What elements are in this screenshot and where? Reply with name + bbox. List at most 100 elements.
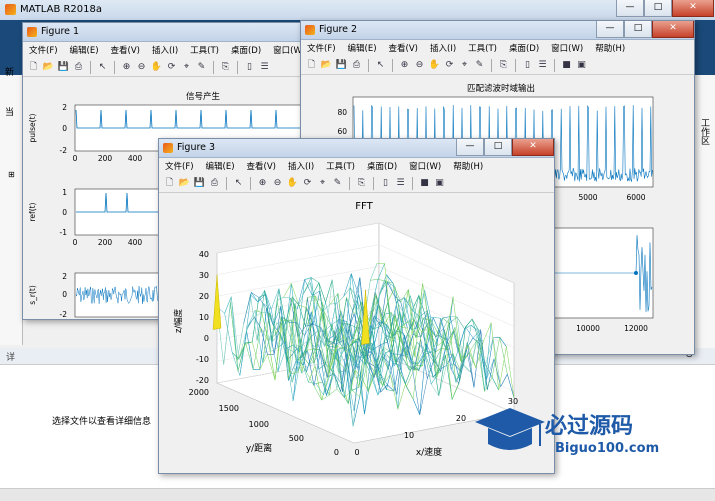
pan-icon[interactable]: ✋ (150, 61, 163, 74)
print-icon[interactable]: ⎙ (72, 61, 85, 74)
brush-icon[interactable]: ✎ (473, 59, 486, 72)
workspace-panel[interactable] (693, 75, 715, 355)
show-plot-tools-icon[interactable]: ▣ (433, 177, 446, 190)
current-folder-panel[interactable]: 当 新 ⊞ (0, 68, 23, 345)
figure1-title: Figure 1 (41, 26, 80, 37)
zoom-in-icon[interactable]: ⊕ (120, 61, 133, 74)
figure3-window-controls: — □ ✕ (456, 139, 554, 157)
pointer-icon[interactable]: ↖ (374, 59, 387, 72)
rotate-icon[interactable]: ⟳ (443, 59, 456, 72)
rotate-icon[interactable]: ⟳ (165, 61, 178, 74)
pointer-icon[interactable]: ↖ (232, 177, 245, 190)
hide-plot-tools-icon[interactable]: ■ (560, 59, 573, 72)
menu-file[interactable]: 文件(F) (301, 40, 342, 55)
new-icon[interactable]: 🗋 (27, 61, 40, 74)
legend-icon[interactable]: ☰ (394, 177, 407, 190)
brush-icon[interactable]: ✎ (331, 177, 344, 190)
left-panel-label: 当 (5, 108, 15, 118)
print-icon[interactable]: ⎙ (350, 59, 363, 72)
pan-icon[interactable]: ✋ (428, 59, 441, 72)
save-icon[interactable]: 💾 (335, 59, 348, 72)
watermark-title: 必过源码 (545, 413, 634, 439)
hide-plot-tools-icon[interactable]: ■ (418, 177, 431, 190)
maximize-button[interactable]: □ (644, 0, 672, 17)
close-button[interactable]: ✕ (652, 21, 694, 38)
menu-help[interactable]: 帮助(H) (447, 158, 489, 173)
rotate-icon[interactable]: ⟳ (301, 177, 314, 190)
colorbar-icon[interactable]: ▯ (243, 61, 256, 74)
fig3-chart-title: FFT (355, 201, 373, 212)
figure3-titlebar[interactable]: Figure 3 — □ ✕ (159, 139, 554, 158)
link-icon[interactable]: ⎘ (497, 59, 510, 72)
pointer-icon[interactable]: ↖ (96, 61, 109, 74)
figure1-titlebar[interactable]: Figure 1 (23, 23, 301, 42)
menu-help[interactable]: 帮助(H) (589, 40, 631, 55)
menu-edit[interactable]: 编辑(E) (64, 42, 105, 57)
fig1-sub1-ytick: 0 (62, 124, 67, 133)
close-button[interactable]: ✕ (672, 0, 714, 17)
menu-edit[interactable]: 编辑(E) (200, 158, 241, 173)
menu-tools[interactable]: 工具(T) (184, 42, 225, 57)
legend-icon[interactable]: ☰ (536, 59, 549, 72)
figure-icon (163, 143, 173, 153)
save-icon[interactable]: 💾 (57, 61, 70, 74)
colorbar-icon[interactable]: ▯ (521, 59, 534, 72)
menu-insert[interactable]: 插入(I) (424, 40, 462, 55)
fig3-ztick: 40 (199, 250, 209, 259)
open-icon[interactable]: 📂 (42, 61, 55, 74)
fig1-sub1-title: 信号产生 (186, 91, 221, 102)
matlab-logo-icon (5, 4, 16, 15)
datacursor-icon[interactable]: ⌖ (180, 61, 193, 74)
new-icon[interactable]: 🗋 (305, 59, 318, 72)
menu-view[interactable]: 查看(V) (105, 42, 146, 57)
zoom-out-icon[interactable]: ⊖ (271, 177, 284, 190)
menu-window[interactable]: 窗口(W) (403, 158, 447, 173)
colorbar-icon[interactable]: ▯ (379, 177, 392, 190)
menu-insert[interactable]: 插入(I) (146, 42, 184, 57)
datacursor-icon[interactable]: ⌖ (316, 177, 329, 190)
menu-desktop[interactable]: 桌面(D) (361, 158, 403, 173)
matlab-titlebar[interactable]: MATLAB R2018a (0, 0, 715, 21)
show-plot-tools-icon[interactable]: ▣ (575, 59, 588, 72)
figure2-titlebar[interactable]: Figure 2 — □ ✕ (301, 21, 694, 40)
menu-view[interactable]: 查看(V) (241, 158, 282, 173)
legend-icon[interactable]: ☰ (258, 61, 271, 74)
expand-plus-icon[interactable]: ⊞ (8, 170, 15, 179)
menu-insert[interactable]: 插入(I) (282, 158, 320, 173)
maximize-button[interactable]: □ (484, 139, 512, 156)
zoom-out-icon[interactable]: ⊖ (413, 59, 426, 72)
zoom-in-icon[interactable]: ⊕ (256, 177, 269, 190)
zoom-in-icon[interactable]: ⊕ (398, 59, 411, 72)
minimize-button[interactable]: — (616, 0, 644, 17)
zoom-out-icon[interactable]: ⊖ (135, 61, 148, 74)
fig3-ztick: 0 (204, 334, 209, 343)
menu-file[interactable]: 文件(F) (23, 42, 64, 57)
pan-icon[interactable]: ✋ (286, 177, 299, 190)
close-button[interactable]: ✕ (512, 139, 554, 156)
menu-window[interactable]: 窗口(W) (545, 40, 589, 55)
print-icon[interactable]: ⎙ (208, 177, 221, 190)
fig1-sub2-xtick: 0 (73, 238, 78, 247)
minimize-button[interactable]: — (456, 139, 484, 156)
new-icon[interactable]: 🗋 (163, 177, 176, 190)
save-icon[interactable]: 💾 (193, 177, 206, 190)
menu-tools[interactable]: 工具(T) (320, 158, 361, 173)
open-icon[interactable]: 📂 (178, 177, 191, 190)
datacursor-icon[interactable]: ⌖ (458, 59, 471, 72)
menu-desktop[interactable]: 桌面(D) (503, 40, 545, 55)
link-icon[interactable]: ⎘ (219, 61, 232, 74)
fig3-xtick: 20 (456, 414, 466, 423)
menu-tools[interactable]: 工具(T) (462, 40, 503, 55)
fig1-sub1-xtick: 400 (128, 154, 143, 163)
minimize-button[interactable]: — (596, 21, 624, 38)
figure3-title: Figure 3 (177, 142, 216, 153)
fig1-sub2-ytick: 0 (62, 208, 67, 217)
brush-icon[interactable]: ✎ (195, 61, 208, 74)
menu-edit[interactable]: 编辑(E) (342, 40, 383, 55)
maximize-button[interactable]: □ (624, 21, 652, 38)
menu-file[interactable]: 文件(F) (159, 158, 200, 173)
link-icon[interactable]: ⎘ (355, 177, 368, 190)
menu-view[interactable]: 查看(V) (383, 40, 424, 55)
open-icon[interactable]: 📂 (320, 59, 333, 72)
menu-desktop[interactable]: 桌面(D) (225, 42, 267, 57)
